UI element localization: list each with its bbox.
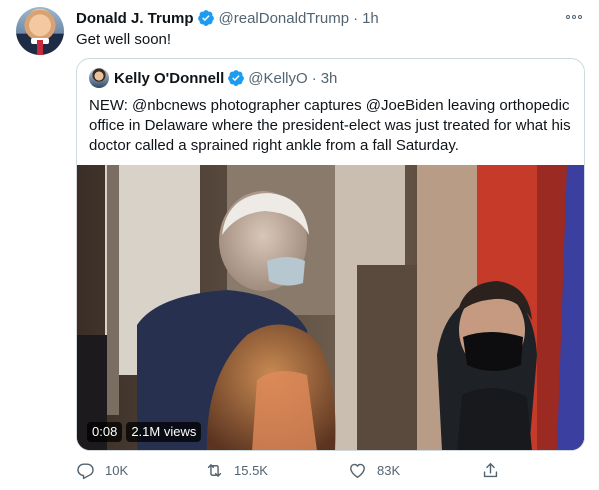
heart-icon	[350, 463, 365, 478]
verified-badge-icon	[228, 70, 245, 86]
reply-button[interactable]: 10K	[76, 458, 128, 482]
tweet-card[interactable]: Donald J. Trump @realDonaldTrump · 1h Ge…	[0, 0, 599, 490]
author-handle[interactable]: @realDonaldTrump	[219, 10, 350, 27]
quoted-tweet-header: Kelly O'Donnell @KellyO · 3h	[89, 68, 337, 88]
like-button[interactable]: 83K	[348, 458, 400, 482]
retweet-count: 15.5K	[234, 462, 268, 478]
tweet-text: Get well soon!	[76, 31, 172, 48]
retweet-icon	[207, 463, 222, 477]
video-views: 2.1M views	[126, 422, 202, 442]
quoted-tweet-text: NEW: @nbcnews photographer captures @Joe…	[89, 97, 571, 154]
video-player[interactable]: 0:08 2.1M views	[77, 165, 584, 450]
author-avatar[interactable]	[16, 7, 64, 55]
video-badges: 0:08 2.1M views	[87, 422, 202, 442]
separator-dot: ·	[353, 9, 359, 27]
quoted-tweet[interactable]: Kelly O'Donnell @KellyO · 3h NEW: @nbcne…	[76, 58, 585, 451]
video-frame	[77, 165, 584, 450]
retweet-button[interactable]: 15.5K	[205, 458, 268, 482]
more-options-icon[interactable]	[563, 10, 585, 24]
tweet-header: Donald J. Trump @realDonaldTrump · 1h	[76, 8, 379, 28]
reply-count: 10K	[105, 462, 129, 478]
quoted-author-avatar	[89, 68, 109, 88]
quoted-tweet-time: 3h	[320, 69, 338, 87]
action-bar: 10K 15.5K 83K	[76, 458, 516, 482]
separator-dot: ·	[311, 69, 317, 87]
tweet-time[interactable]: 1h	[362, 10, 379, 27]
video-duration: 0:08	[87, 422, 123, 442]
share-button[interactable]	[481, 458, 510, 482]
like-count: 83K	[377, 462, 401, 478]
verified-badge-icon	[197, 10, 214, 26]
quoted-author-handle: @KellyO	[248, 69, 308, 87]
author-name[interactable]: Donald J. Trump	[76, 10, 194, 27]
reply-icon	[77, 462, 94, 479]
quoted-author-name: Kelly O'Donnell	[114, 69, 225, 87]
share-icon	[483, 462, 498, 477]
